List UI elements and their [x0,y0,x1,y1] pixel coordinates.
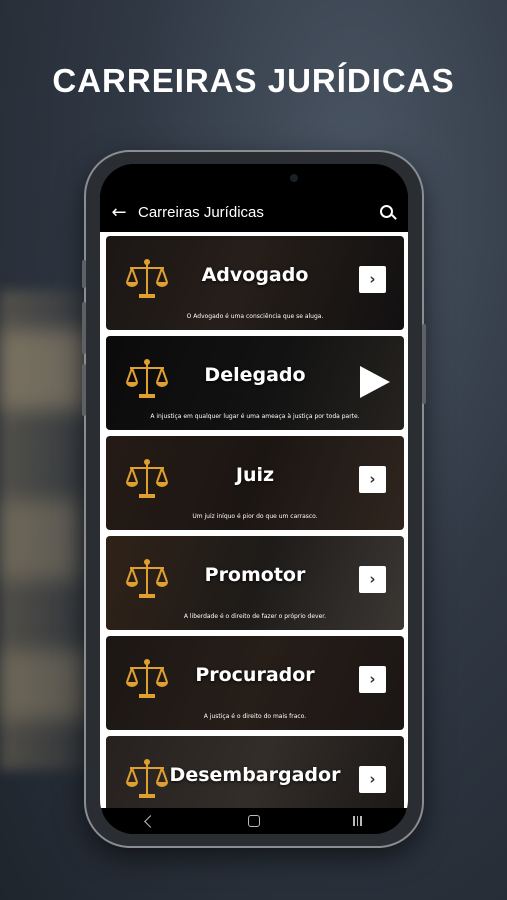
phone-side-button [82,302,86,354]
play-arrow-icon[interactable] [360,366,390,398]
system-nav-bar [100,808,408,834]
chevron-right-icon[interactable]: › [359,266,386,293]
phone-side-button [82,364,86,416]
chevron-right-icon[interactable]: › [359,566,386,593]
nav-home-icon[interactable] [248,815,261,827]
career-card-delegado[interactable]: Delegado A injustiça em qualquer lugar é… [106,336,404,430]
career-card-procurador[interactable]: Procurador › A justiça é o direito do ma… [106,636,404,730]
phone-side-button [422,324,426,404]
search-icon[interactable] [370,192,408,232]
career-card-desembargador[interactable]: Desembargador › [106,736,404,812]
career-quote: A justiça é o direito do mais fraco. [203,713,307,720]
notch [174,164,334,194]
phone-screen: ← Carreiras Jurídicas Advogado › O Advog… [100,164,408,834]
nav-back-icon[interactable] [144,814,158,828]
chevron-right-icon[interactable]: › [359,466,386,493]
phone-frame: ← Carreiras Jurídicas Advogado › O Advog… [82,152,426,846]
careers-list: Advogado › O Advogado é uma consciência … [100,232,408,812]
career-quote: O Advogado é uma consciência que se alug… [186,313,324,320]
background-blur [0,330,90,410]
career-card-advogado[interactable]: Advogado › O Advogado é uma consciência … [106,236,404,330]
chevron-right-icon[interactable]: › [359,666,386,693]
career-quote: Um juiz iníquo é pior do que um carrasco… [192,513,318,520]
background-blur [0,500,80,580]
background-blur [0,650,90,720]
arrow-left-icon[interactable]: ← [100,202,138,223]
career-quote: A liberdade é o direito de fazer o própr… [183,613,327,620]
app-bar-title: Carreiras Jurídicas [138,203,264,221]
phone-side-button [82,260,86,288]
nav-recent-apps-icon[interactable] [353,816,362,826]
career-quote: A injustiça em qualquer lugar é uma amea… [150,413,360,420]
promo-title: CARREIRAS JURÍDICAS [52,62,455,99]
chevron-right-icon[interactable]: › [359,766,386,793]
camera-icon [290,174,298,182]
career-card-juiz[interactable]: Juiz › Um juiz iníquo é pior do que um c… [106,436,404,530]
app-bar: ← Carreiras Jurídicas [100,192,408,232]
career-card-promotor[interactable]: Promotor › A liberdade é o direito de fa… [106,536,404,630]
